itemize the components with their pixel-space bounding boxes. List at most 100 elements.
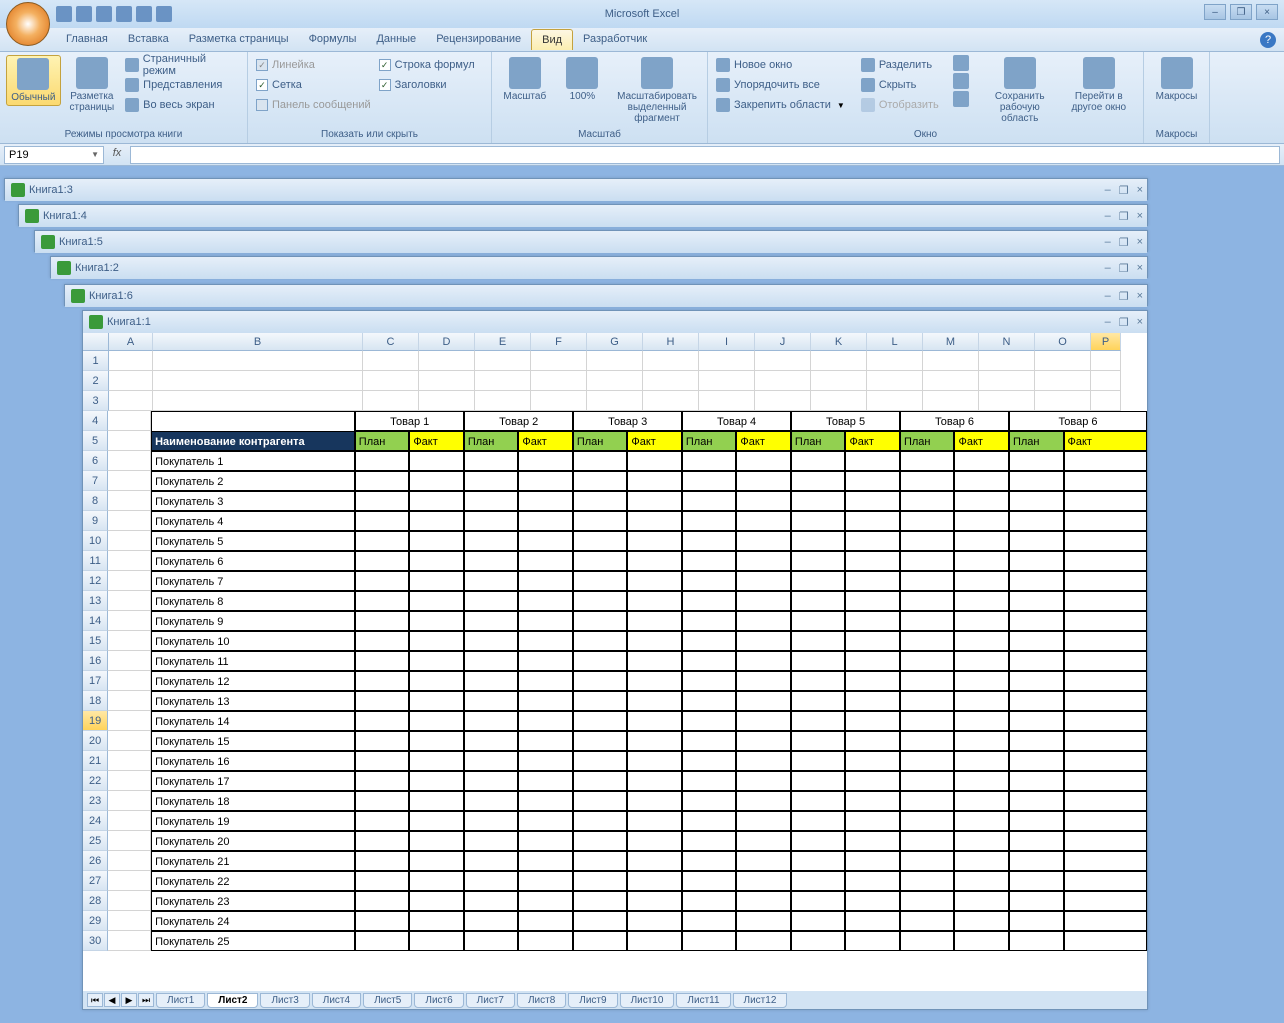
cell[interactable] (682, 811, 737, 831)
cell[interactable] (464, 911, 519, 931)
save-workspace-button[interactable]: Сохранить рабочую область (981, 55, 1059, 126)
formulabar-checkbox[interactable]: ✓Строка формул (377, 55, 477, 75)
cell[interactable] (1009, 491, 1064, 511)
cell[interactable]: Покупатель 13 (151, 691, 355, 711)
cell[interactable] (791, 851, 846, 871)
cell[interactable] (108, 531, 151, 551)
cell[interactable] (109, 351, 153, 371)
cell[interactable] (845, 671, 900, 691)
cell[interactable] (1064, 851, 1148, 871)
help-icon[interactable]: ? (1260, 32, 1276, 48)
cell[interactable] (108, 591, 151, 611)
cell[interactable]: Покупатель 3 (151, 491, 355, 511)
sheet-tab[interactable]: Лист6 (414, 993, 463, 1008)
sheet-tab[interactable]: Лист8 (517, 993, 566, 1008)
cell[interactable] (464, 571, 519, 591)
cell[interactable] (1064, 451, 1148, 471)
cell[interactable] (845, 531, 900, 551)
cell[interactable] (153, 371, 363, 391)
column-header[interactable]: M (923, 333, 979, 351)
restore-button[interactable]: ❐ (1230, 4, 1252, 20)
cell[interactable] (573, 871, 628, 891)
messagebar-checkbox[interactable]: Панель сообщений (254, 95, 373, 115)
cell[interactable] (627, 491, 682, 511)
zoom-button[interactable]: Масштаб (498, 55, 552, 104)
cell[interactable] (419, 351, 475, 371)
cell[interactable] (791, 511, 846, 531)
cell[interactable]: Покупатель 11 (151, 651, 355, 671)
cell[interactable]: Факт (845, 431, 900, 451)
cell[interactable] (845, 471, 900, 491)
cell[interactable] (954, 651, 1009, 671)
cell[interactable] (900, 711, 955, 731)
cell[interactable] (409, 831, 464, 851)
cell[interactable] (979, 371, 1035, 391)
cell[interactable] (1009, 851, 1064, 871)
cell[interactable] (954, 731, 1009, 751)
cell[interactable] (682, 831, 737, 851)
cell[interactable] (475, 391, 531, 411)
cell[interactable] (355, 811, 410, 831)
cell[interactable]: Факт (409, 431, 464, 451)
cell[interactable] (573, 491, 628, 511)
cell[interactable] (464, 631, 519, 651)
cell[interactable]: Покупатель 16 (151, 751, 355, 771)
cell[interactable] (108, 751, 151, 771)
column-header[interactable]: J (755, 333, 811, 351)
column-header[interactable]: L (867, 333, 923, 351)
cell[interactable] (464, 611, 519, 631)
cell[interactable] (355, 451, 410, 471)
cell[interactable]: Покупатель 5 (151, 531, 355, 551)
cell[interactable] (1064, 871, 1148, 891)
row-header[interactable]: 25 (83, 831, 108, 851)
gridlines-checkbox[interactable]: ✓Сетка (254, 75, 373, 95)
row-header[interactable]: 5 (83, 431, 108, 451)
cell[interactable]: Товар 2 (464, 411, 573, 431)
minimize-button[interactable]: – (1204, 4, 1226, 20)
cell[interactable] (573, 511, 628, 531)
cell[interactable]: Покупатель 7 (151, 571, 355, 591)
arrange-button[interactable]: Упорядочить все (714, 75, 847, 95)
cell[interactable] (363, 351, 419, 371)
qat-icon[interactable] (156, 6, 172, 22)
cell[interactable] (736, 851, 791, 871)
cell[interactable] (573, 471, 628, 491)
cell[interactable] (1091, 351, 1121, 371)
cell[interactable] (900, 871, 955, 891)
cell[interactable] (531, 351, 587, 371)
cell[interactable] (791, 571, 846, 591)
cell[interactable] (518, 811, 573, 831)
cell[interactable] (811, 351, 867, 371)
column-header[interactable]: C (363, 333, 419, 351)
cell[interactable] (736, 471, 791, 491)
cell[interactable] (518, 851, 573, 871)
cell[interactable] (108, 611, 151, 631)
cell[interactable] (409, 471, 464, 491)
cell[interactable] (1009, 571, 1064, 591)
cell[interactable] (755, 371, 811, 391)
cell[interactable] (1064, 831, 1148, 851)
cell[interactable] (845, 711, 900, 731)
minimize-button[interactable]: – (1105, 236, 1111, 249)
cell[interactable] (791, 651, 846, 671)
cell[interactable] (900, 571, 955, 591)
cell[interactable] (627, 671, 682, 691)
cell[interactable] (409, 731, 464, 751)
cell[interactable] (1009, 771, 1064, 791)
row-header[interactable]: 12 (83, 571, 108, 591)
row-header[interactable]: 18 (83, 691, 108, 711)
cell[interactable] (464, 511, 519, 531)
cell[interactable] (845, 771, 900, 791)
cell[interactable]: Факт (954, 431, 1009, 451)
cell[interactable] (736, 791, 791, 811)
cell[interactable] (900, 911, 955, 931)
cell[interactable] (518, 751, 573, 771)
cell[interactable] (791, 631, 846, 651)
cell[interactable] (587, 371, 643, 391)
pagebreak-button[interactable]: Страничный режим (123, 55, 241, 75)
row-header[interactable]: 27 (83, 871, 108, 891)
row-header[interactable]: 24 (83, 811, 108, 831)
cell[interactable] (518, 871, 573, 891)
cell[interactable] (627, 751, 682, 771)
cell[interactable] (736, 551, 791, 571)
